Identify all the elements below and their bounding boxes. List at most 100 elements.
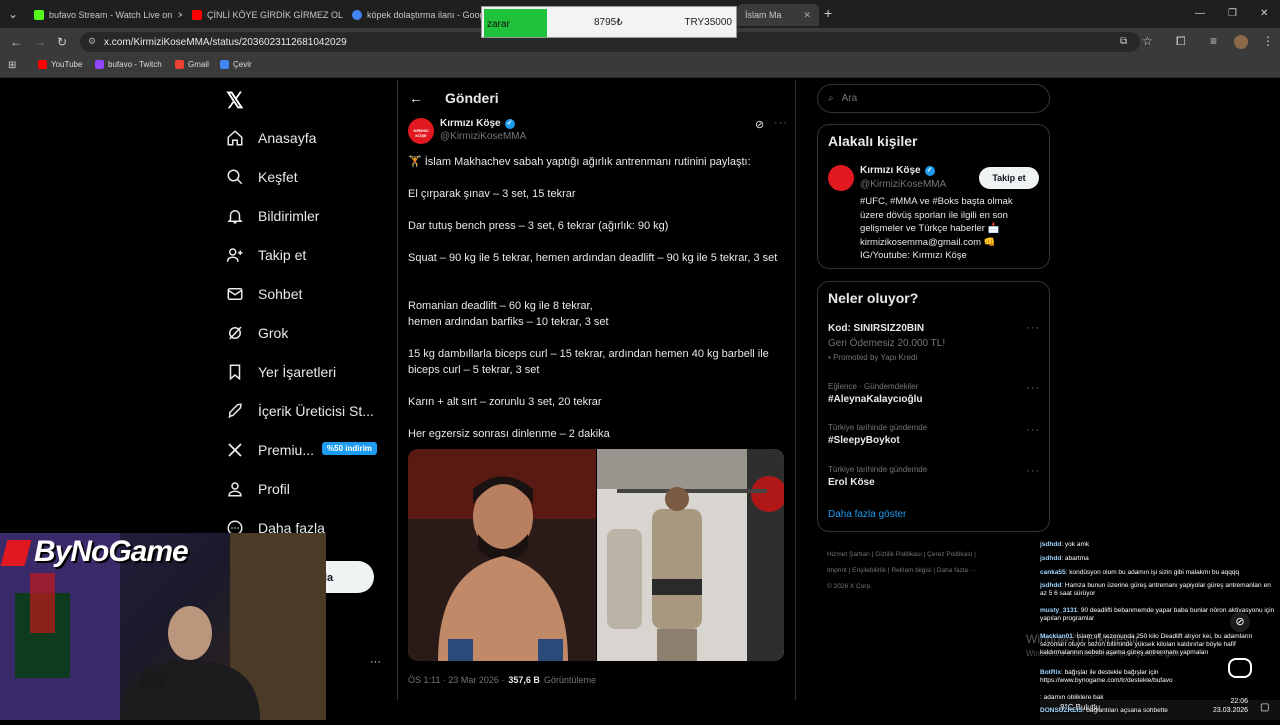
trend-more-icon[interactable]: ··· (1026, 424, 1040, 436)
nav-label: İçerik Üreticisi St... (258, 403, 374, 419)
grok-float-icon[interactable]: ⊘ (1230, 612, 1250, 632)
post-timestamp[interactable]: ÖS 1:11 · 23 Mar 2026 · (408, 675, 504, 685)
chat-user: BotRix (1040, 669, 1061, 676)
post-image-gym[interactable] (597, 449, 784, 661)
profile-avatar[interactable] (1234, 35, 1248, 49)
nav-explore[interactable]: Keşfet (226, 162, 298, 192)
tab-bufavo-stream[interactable]: bufavo Stream - Watch Live on ✕ (26, 4, 182, 26)
tab-list-icon[interactable]: ⌄ (8, 8, 18, 20)
nav-profile[interactable]: Profil (226, 474, 290, 504)
reading-list-icon[interactable]: ≡ (1210, 35, 1217, 47)
show-more-link[interactable]: Daha fazla göster (828, 509, 906, 520)
verified-icon: ✓ (504, 118, 515, 129)
bookmark-translate[interactable]: Çevir (220, 60, 252, 69)
notification-icon[interactable]: ▢ (1260, 702, 1269, 713)
forward-icon[interactable]: → (34, 36, 46, 48)
author-handle[interactable]: @KirmiziKoseMMA (440, 131, 526, 142)
trend-name[interactable]: #AleynaKalaycıoğlu (828, 394, 922, 405)
close-icon[interactable]: ✕ (803, 10, 811, 21)
nav-grok[interactable]: Grok (226, 318, 288, 348)
trend-more-icon[interactable]: ··· (1026, 382, 1040, 394)
new-tab-icon[interactable]: + (824, 6, 832, 20)
trend-more-icon[interactable]: ··· (1026, 322, 1040, 334)
search-input[interactable]: ⌕ Ara (817, 84, 1050, 113)
back-arrow-icon[interactable]: ← (409, 90, 423, 106)
nav-premium[interactable]: Premiu... (226, 435, 314, 465)
minimize-icon[interactable]: — (1195, 8, 1205, 20)
chat-text: : yok amk (1061, 541, 1090, 548)
related-title: Alakalı kişiler (828, 133, 918, 149)
footer-line[interactable]: Hizmet Şartları | Gizlilik Politikası | … (827, 547, 1042, 563)
nav-label: Takip et (258, 247, 307, 263)
bookmark-twitch[interactable]: bufavo - Twitch (95, 60, 162, 69)
chat-user: Macklan01 (1040, 633, 1073, 640)
close-icon[interactable]: ✕ (177, 10, 182, 21)
post-image-fighter[interactable] (408, 449, 596, 661)
tab-google-search[interactable]: köpek dolaştırma ilanı - Google (344, 4, 484, 26)
chat-message: jsdhdd: Hamza bunun üzerine güreş antrem… (1040, 582, 1278, 598)
nav-home[interactable]: Anasayfa (226, 123, 316, 153)
nav-creator-studio[interactable]: İçerik Üreticisi St... (226, 396, 374, 426)
trend-name[interactable]: Erol Köse (828, 477, 875, 488)
cast-icon[interactable]: ⧉ (1120, 36, 1127, 48)
home-icon (227, 130, 243, 146)
premium-discount-badge: %50 indirim (322, 442, 377, 455)
tab-title: köpek dolaştırma ilanı - Google (367, 10, 484, 20)
nav-label: Keşfet (258, 169, 298, 185)
gmail-icon (175, 60, 184, 69)
extensions-icon[interactable]: ⧠ (1176, 35, 1186, 47)
follow-button[interactable]: Takip et (979, 167, 1039, 189)
related-name[interactable]: Kırmızı Köşe ✓ (860, 165, 935, 176)
author-name[interactable]: Kırmızı Köşe ✓ (440, 118, 515, 129)
nav-label: Yer İşaretleri (258, 364, 337, 380)
footer-links[interactable]: Hizmet Şartları | Gizlilik Politikası | … (827, 547, 1042, 595)
nav-label: Sohbet (258, 286, 303, 302)
bookmark-star-icon[interactable]: ☆ (1142, 35, 1153, 47)
nav-messages[interactable]: Sohbet (226, 279, 302, 309)
views-label: Görüntüleme (543, 675, 596, 685)
nav-bookmarks[interactable]: Yer İşaretleri (226, 357, 336, 387)
menu-icon[interactable]: ⋮ (1262, 35, 1274, 47)
youtube-icon (38, 60, 47, 69)
chat-user: musty_3131 (1040, 607, 1078, 614)
chat-text: : kondüsyon olum bu adamın işi sizin gib… (1065, 569, 1240, 576)
author-avatar[interactable]: KIRMIZI KÖŞE (408, 118, 434, 144)
chat-text: : Hamza bunun üzerine güreş antremanı ya… (1040, 582, 1271, 597)
x-logo-icon[interactable]: 𝕏 (226, 88, 244, 114)
bookmark-youtube[interactable]: YouTube (38, 60, 82, 69)
messages-float-icon[interactable] (1228, 658, 1252, 678)
post-text-intro: 🏋️ İslam Makhachev sabah yaptığı ağırlık… (408, 156, 751, 168)
account-more-icon[interactable]: ··· (370, 656, 381, 668)
related-handle: @KirmiziKoseMMA (860, 179, 947, 190)
chat-message: canka55: kondüsyon olum bu adamın işi si… (1040, 569, 1278, 577)
site-info-icon[interactable]: ⚙ (88, 36, 96, 47)
tab-title: bufavo Stream - Watch Live on (49, 10, 173, 20)
nav-follow[interactable]: Takip et (226, 240, 306, 270)
tab-x-post[interactable]: İslam Ma ✕ (737, 4, 819, 26)
bookmark-label: bufavo - Twitch (108, 60, 162, 69)
bookmark-gmail[interactable]: Gmail (175, 60, 209, 69)
footer-line[interactable]: Imprint | Erişilebilirlik | Reklam bilgi… (827, 563, 1042, 579)
taskbar-clock[interactable]: 22:06 23.03.2026 (1213, 697, 1248, 715)
back-icon[interactable]: ← (10, 36, 22, 48)
trend-more-icon[interactable]: ··· (1026, 465, 1040, 477)
window-close-icon[interactable]: ✕ (1260, 8, 1268, 20)
bookmark-label: Gmail (188, 60, 209, 69)
chat-user: jsdhdd (1040, 582, 1062, 589)
x-premium-icon (228, 443, 242, 457)
clock-time: 22:06 (1230, 698, 1249, 705)
nav-label: Grok (258, 325, 289, 341)
chat-message: jsdhdd: abartma (1040, 555, 1278, 563)
restore-icon[interactable]: ❐ (1228, 8, 1237, 20)
promo-title[interactable]: Kod: SINIRSIZ20BIN (828, 323, 924, 334)
post-more-icon[interactable]: ··· (774, 117, 788, 129)
nav-notifications[interactable]: Bildirimler (226, 201, 319, 231)
fighter-photo (408, 449, 596, 661)
tab-youtube-video[interactable]: ÇİNLİ KÖYE GİRDİK GİRMEZ OL ✕ (184, 4, 344, 26)
apps-icon[interactable]: ⊞ (8, 60, 16, 72)
reload-icon[interactable]: ↻ (57, 36, 67, 48)
related-avatar[interactable] (828, 165, 854, 191)
profile-icon (228, 482, 242, 497)
trend-name[interactable]: #SleepyBoykot (828, 435, 900, 446)
grok-explain-icon[interactable]: ⊘ (755, 118, 764, 131)
